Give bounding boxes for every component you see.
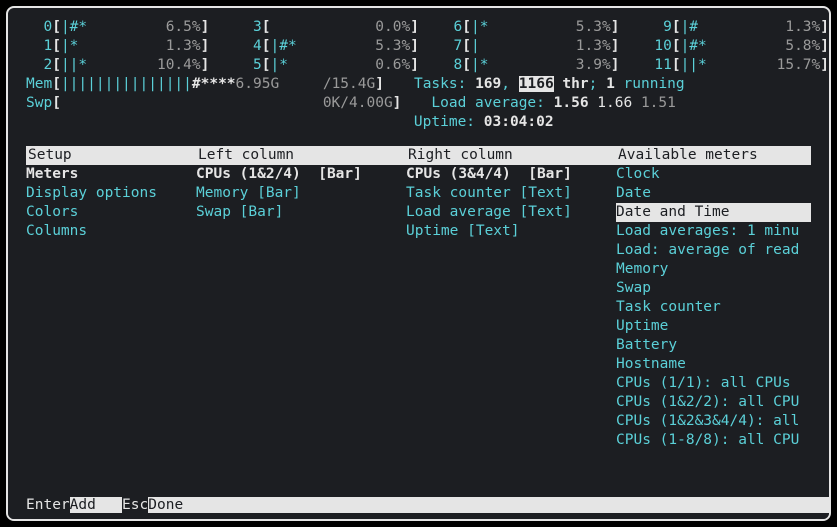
cpu-meter-4: 4[|#* 5.3%]: [236, 38, 419, 54]
cpu-meter-8: 8[|* 3.9%]: [436, 57, 619, 73]
available-meter-item[interactable]: Task counter: [616, 298, 811, 317]
header-meters: 0[|#* 6.5%] 3[ 0.0%] 1[|* 1.3%] 4[|#* 5.…: [8, 18, 829, 132]
available-meter-item[interactable]: CPUs (1&2&3&4/4): all: [616, 412, 811, 431]
tasks-threads: 1166: [519, 76, 554, 92]
available-meter-item[interactable]: CPUs (1-8/8): all CPU: [616, 431, 811, 450]
available-meter-item[interactable]: Date and Time: [616, 203, 811, 222]
panel-right-column: Right column CPUs (3&4/4) [Bar]Task coun…: [406, 146, 616, 450]
setup-item[interactable]: Meters: [26, 165, 196, 184]
left-column-item[interactable]: Memory [Bar]: [196, 184, 406, 203]
available-meter-item[interactable]: Hostname: [616, 355, 811, 374]
cpu-right-block: 6[|* 5.3%] 9[|# 1.3%] 7[| 1.3%] 10[|#* 5…: [436, 18, 829, 75]
cpu-meter-3: 3[ 0.0%]: [236, 19, 419, 35]
footer-key-esc[interactable]: Esc: [122, 497, 148, 513]
available-meter-item[interactable]: Date: [616, 184, 811, 203]
footer-done-button[interactable]: Done: [148, 497, 831, 513]
panel-right-header: Right column: [406, 146, 616, 165]
panel-setup-header: Setup: [26, 146, 196, 165]
right-column-item[interactable]: CPUs (3&4/4) [Bar]: [406, 165, 616, 184]
available-meter-item[interactable]: Load averages: 1 minu: [616, 222, 811, 241]
available-meter-item[interactable]: Clock: [616, 165, 811, 184]
footer-add-button[interactable]: Add: [70, 497, 122, 513]
panel-available-meters: Available meters ClockDateDate and TimeL…: [616, 146, 811, 450]
load-label: Load average:: [431, 95, 553, 111]
available-meter-item[interactable]: CPUs (1/1): all CPUs: [616, 374, 811, 393]
setup-item[interactable]: Colors: [26, 203, 196, 222]
cpu-meter-5: 5[|* 0.6%]: [236, 57, 419, 73]
cpu-meter-6: 6[|* 5.3%]: [436, 19, 619, 35]
available-meter-item[interactable]: CPUs (1&2/2): all CPU: [616, 393, 811, 412]
panel-avail-header: Available meters: [616, 146, 811, 165]
cpu-meter-10: 10[|#* 5.8%]: [646, 38, 829, 54]
right-column-item[interactable]: Uptime [Text]: [406, 222, 616, 241]
swp-label: Swp: [26, 95, 52, 111]
left-column-item[interactable]: CPUs (1&2/4) [Bar]: [196, 165, 406, 184]
setup-panels: Setup MetersDisplay optionsColorsColumns…: [8, 146, 829, 450]
cpu-left-block: 0[|#* 6.5%] 3[ 0.0%] 1[|* 1.3%] 4[|#* 5.…: [26, 18, 419, 75]
footer-key-enter[interactable]: Enter: [26, 497, 70, 513]
right-column-item[interactable]: Task counter [Text]: [406, 184, 616, 203]
cpu-meter-7: 7[| 1.3%]: [436, 38, 619, 54]
cpu-meter-9: 9[|# 1.3%]: [646, 19, 829, 35]
footer-bar: EnterAdd EscDone: [8, 496, 829, 519]
setup-item[interactable]: Display options: [26, 184, 196, 203]
available-meter-item[interactable]: Load: average of read: [616, 241, 811, 260]
available-meter-item[interactable]: Battery: [616, 336, 811, 355]
panel-setup: Setup MetersDisplay optionsColorsColumns: [26, 146, 196, 450]
mem-label: Mem: [26, 76, 52, 92]
panel-left-column: Left column CPUs (1&2/4) [Bar]Memory [Ba…: [196, 146, 406, 450]
tasks-label: Tasks:: [414, 76, 475, 92]
cpu-meter-2: 2[||* 10.4%]: [26, 57, 209, 73]
right-column-item[interactable]: Load average [Text]: [406, 203, 616, 222]
uptime-label: Uptime:: [414, 114, 484, 130]
cpu-meter-11: 11[||* 15.7%]: [646, 57, 829, 73]
cpu-meter-0: 0[|#* 6.5%]: [26, 19, 209, 35]
available-meter-item[interactable]: Memory: [616, 260, 811, 279]
setup-item[interactable]: Columns: [26, 222, 196, 241]
panel-left-header: Left column: [196, 146, 406, 165]
available-meter-item[interactable]: Uptime: [616, 317, 811, 336]
available-meter-item[interactable]: Swap: [616, 279, 811, 298]
cpu-meter-1: 1[|* 1.3%]: [26, 38, 209, 54]
left-column-item[interactable]: Swap [Bar]: [196, 203, 406, 222]
